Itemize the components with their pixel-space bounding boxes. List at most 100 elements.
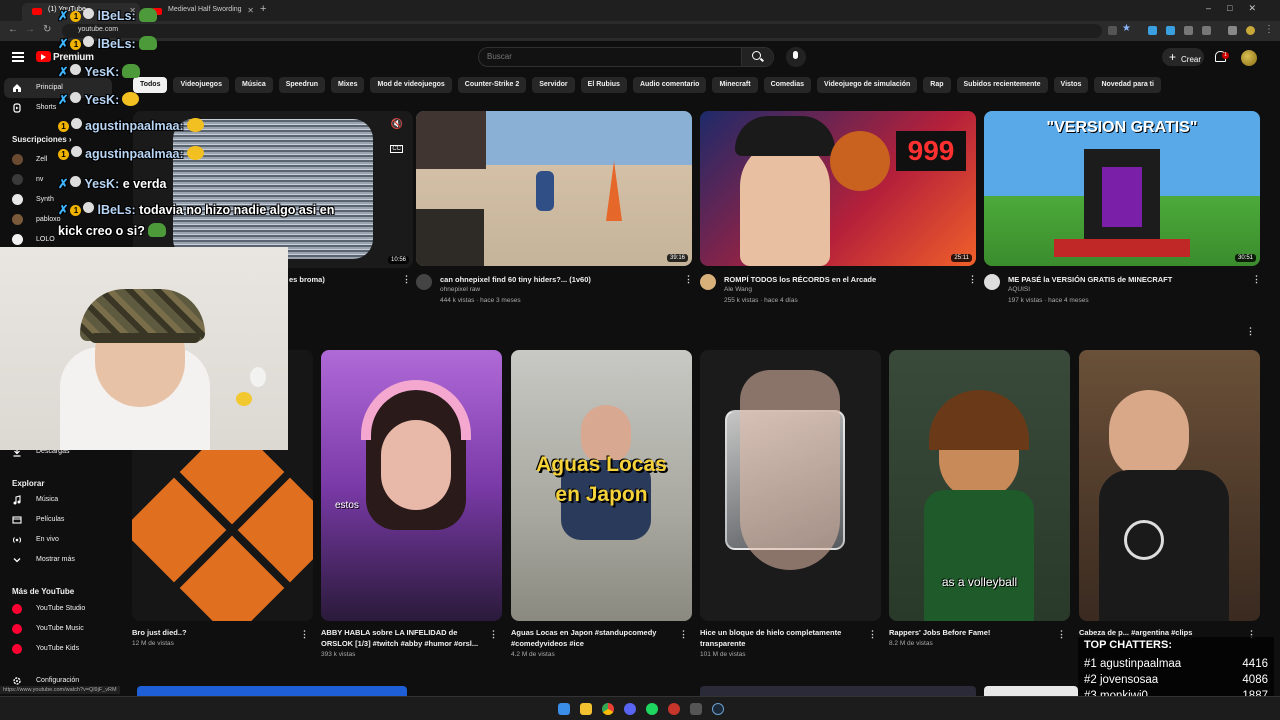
new-tab-icon[interactable]: + bbox=[260, 3, 266, 15]
sidebar-item-mostrar-mas[interactable]: Mostrar más bbox=[0, 550, 112, 570]
video-thumbnail[interactable]: 39:16 bbox=[416, 111, 692, 266]
channel-avatar[interactable] bbox=[416, 274, 432, 290]
filter-chip[interactable]: Counter-Strike 2 bbox=[457, 77, 527, 93]
short-thumbnail[interactable]: Aguas Locas en Japon bbox=[511, 350, 692, 621]
subscriptions-header[interactable]: Suscripciones › bbox=[12, 135, 72, 144]
filter-chip[interactable]: Speedrun bbox=[278, 77, 326, 93]
channel-name[interactable]: AQUISI bbox=[1008, 285, 1030, 295]
more-options-icon[interactable]: ⋮ bbox=[968, 274, 977, 285]
youtube-brand[interactable]: Premium bbox=[53, 52, 94, 63]
filter-chip[interactable]: Todos bbox=[133, 77, 168, 93]
window-controls[interactable]: –□✕ bbox=[1206, 3, 1272, 14]
sidebar-item-youtube-studio[interactable]: YouTube Studio bbox=[0, 599, 112, 619]
next-row-thumbnail[interactable] bbox=[137, 686, 407, 696]
more-options-icon[interactable]: ⋮ bbox=[1252, 274, 1261, 285]
chrome-icon[interactable] bbox=[602, 703, 614, 715]
spotify-icon[interactable] bbox=[646, 703, 658, 715]
search-button[interactable] bbox=[741, 48, 773, 66]
short-title[interactable]: Aguas Locas en Japon #standupcomedy #com… bbox=[511, 627, 676, 649]
video-title[interactable]: ME PASÉ la VERSIÓN GRATIS de MINECRAFT bbox=[1008, 274, 1248, 285]
extension-icon[interactable] bbox=[1202, 26, 1211, 35]
video-thumbnail[interactable]: 10:56 🔇 CC bbox=[133, 111, 413, 268]
windows-start-icon[interactable] bbox=[558, 703, 570, 715]
captions-icon[interactable]: CC bbox=[390, 145, 403, 153]
video-thumbnail[interactable]: "VERSION GRATIS" 30:51 bbox=[984, 111, 1260, 266]
more-options-icon[interactable]: ⋮ bbox=[300, 629, 309, 640]
video-title[interactable]: es broma) bbox=[289, 274, 399, 285]
back-icon[interactable]: ← bbox=[8, 24, 18, 35]
sidebar-item-peliculas[interactable]: Películas bbox=[0, 510, 112, 530]
short-title[interactable]: ABBY HABLA sobre LA INFELIDAD de ORSLOK … bbox=[321, 627, 486, 649]
menu-dots-icon[interactable]: ⋮ bbox=[1264, 24, 1274, 35]
steam-icon[interactable] bbox=[712, 703, 724, 715]
more-options-icon[interactable]: ⋮ bbox=[684, 274, 693, 285]
filter-chip[interactable]: Mixes bbox=[331, 77, 365, 93]
channel-avatar[interactable] bbox=[984, 274, 1000, 290]
sidebar-item-envivo[interactable]: En vivo bbox=[0, 530, 112, 550]
address-bar[interactable]: youtube.com bbox=[62, 24, 1102, 38]
chat-username[interactable]: lBeLs: bbox=[97, 37, 135, 51]
filter-chip[interactable]: Rap bbox=[923, 77, 951, 93]
search-input[interactable] bbox=[487, 52, 737, 61]
filter-chip[interactable]: Subidos recientemente bbox=[956, 77, 1048, 93]
discord-icon[interactable] bbox=[624, 703, 636, 715]
bookmark-star-icon[interactable]: ★ bbox=[1122, 23, 1131, 34]
short-title[interactable]: Bro just died..? bbox=[132, 627, 297, 638]
channel-name[interactable]: Ale Wang bbox=[724, 285, 752, 295]
channel-avatar[interactable] bbox=[700, 274, 716, 290]
extension-icon[interactable] bbox=[1184, 26, 1193, 35]
filter-chip[interactable]: Servidor bbox=[532, 77, 575, 93]
video-title[interactable]: can ohnepixel find 60 tiny hiders?... (1… bbox=[440, 274, 680, 285]
filter-chip[interactable]: Videojuego de simulación bbox=[817, 77, 918, 93]
next-row-thumbnail[interactable] bbox=[984, 686, 1078, 696]
more-options-icon[interactable]: ⋮ bbox=[1057, 629, 1066, 640]
filter-chip[interactable]: Música bbox=[234, 77, 273, 93]
extension-icon[interactable] bbox=[1228, 26, 1237, 35]
app-icon[interactable] bbox=[690, 703, 702, 715]
chat-username[interactable]: YesK: bbox=[84, 65, 119, 79]
shorts-more-options-icon[interactable]: ⋮ bbox=[1246, 326, 1255, 337]
chat-username[interactable]: lBeLs: bbox=[97, 203, 135, 217]
filter-chip[interactable]: Vistos bbox=[1053, 77, 1089, 93]
short-thumbnail[interactable] bbox=[700, 350, 881, 621]
more-options-icon[interactable]: ⋮ bbox=[679, 629, 688, 640]
mute-icon[interactable]: 🔇 bbox=[391, 119, 403, 130]
tab-medieval[interactable]: Medieval Half Swording ✕ bbox=[142, 3, 258, 21]
account-avatar[interactable] bbox=[1241, 50, 1257, 66]
extension-icon[interactable] bbox=[1166, 26, 1175, 35]
filter-chip[interactable]: Minecraft bbox=[712, 77, 758, 93]
short-thumbnail[interactable]: as a volleyball bbox=[889, 350, 1070, 621]
file-explorer-icon[interactable] bbox=[580, 703, 592, 715]
extension-icon[interactable] bbox=[1108, 26, 1117, 35]
voice-search-mic-icon[interactable] bbox=[786, 47, 806, 67]
sidebar-item-musica[interactable]: Música bbox=[0, 490, 112, 510]
filter-chip[interactable]: Videojuegos bbox=[173, 77, 229, 93]
app-icon[interactable] bbox=[668, 703, 680, 715]
short-title[interactable]: Rappers' Jobs Before Fame! bbox=[889, 627, 1054, 638]
chat-username[interactable]: agustinpaalmaa: bbox=[85, 119, 184, 133]
filter-chip[interactable]: Audio comentario bbox=[632, 77, 707, 93]
chat-username[interactable]: lBeLs: bbox=[97, 9, 135, 23]
sidebar-item-youtube-kids[interactable]: YouTube Kids bbox=[0, 639, 112, 659]
chat-username[interactable]: agustinpaalmaa: bbox=[85, 147, 184, 161]
short-thumbnail[interactable]: estos bbox=[321, 350, 502, 621]
close-tab-icon[interactable]: ✕ bbox=[247, 6, 254, 15]
channel-name[interactable]: ohnepixel raw bbox=[440, 285, 480, 295]
video-title[interactable]: ROMPÍ TODOS los RÉCORDS en el Arcade bbox=[724, 274, 964, 285]
create-button[interactable]: + Crear bbox=[1162, 48, 1204, 66]
profile-icon[interactable] bbox=[1246, 26, 1255, 35]
menu-hamburger-icon[interactable] bbox=[12, 52, 24, 62]
more-options-icon[interactable]: ⋮ bbox=[402, 274, 411, 285]
youtube-logo-icon[interactable] bbox=[36, 51, 51, 62]
video-thumbnail[interactable]: 999 25:11 bbox=[700, 111, 976, 266]
filter-chip[interactable]: Novedad para ti bbox=[1094, 77, 1161, 93]
extension-icon[interactable] bbox=[1148, 26, 1157, 35]
forward-icon[interactable]: → bbox=[25, 24, 35, 35]
filter-chip[interactable]: El Rubius bbox=[580, 77, 627, 93]
chat-username[interactable]: YesK: bbox=[84, 177, 119, 191]
more-options-icon[interactable]: ⋮ bbox=[868, 629, 877, 640]
more-options-icon[interactable]: ⋮ bbox=[489, 629, 498, 640]
short-title[interactable]: Hice un bloque de hielo completamente tr… bbox=[700, 627, 865, 649]
filter-chip[interactable]: Mod de videojuegos bbox=[370, 77, 452, 93]
next-row-thumbnail[interactable] bbox=[700, 686, 976, 696]
